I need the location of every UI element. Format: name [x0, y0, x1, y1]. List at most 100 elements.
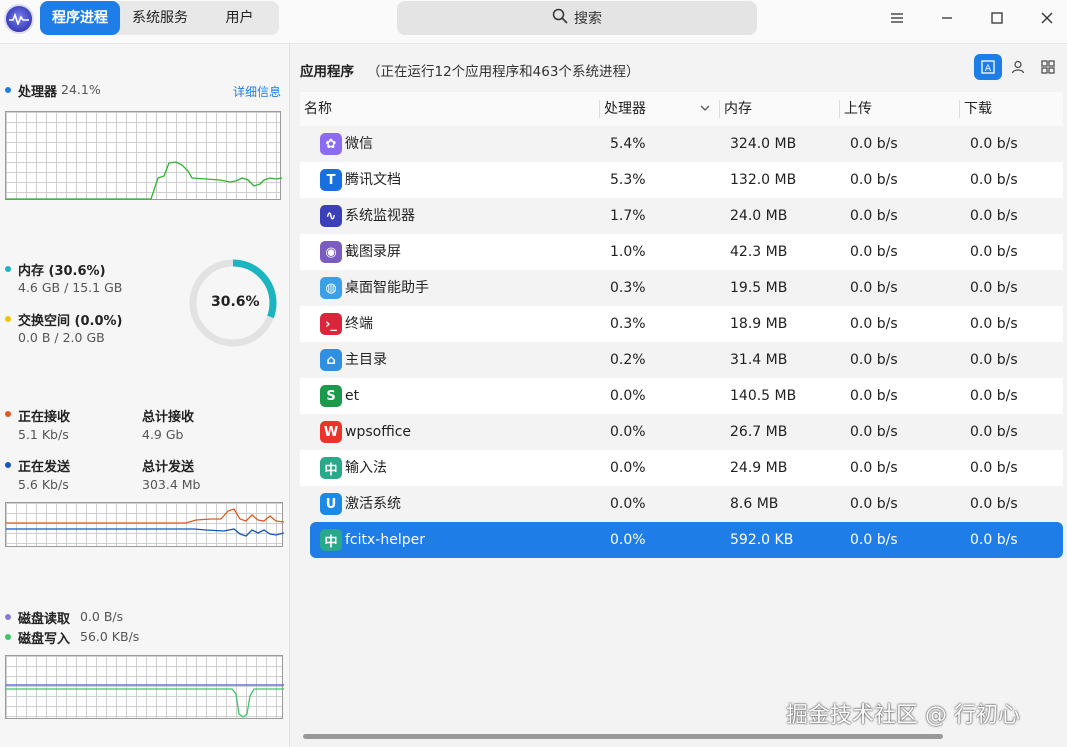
table-row[interactable]: ⌂ 主目录 0.2% 31.4 MB 0.0 b/s 0.0 b/s — [300, 342, 1063, 378]
table-row[interactable]: ◍ 桌面智能助手 0.3% 19.5 MB 0.0 b/s 0.0 b/s — [300, 270, 1063, 306]
process-cpu: 0.2% — [610, 352, 646, 368]
wps-spreadsheet-icon: S — [320, 385, 342, 407]
search-icon — [552, 8, 568, 28]
cpu-value: 24.1% — [61, 82, 101, 97]
process-cpu: 1.7% — [610, 208, 646, 224]
table-row[interactable]: U 激活系统 0.0% 8.6 MB 0.0 b/s 0.0 b/s — [300, 486, 1063, 522]
swap-label: 交换空间 (0.0%) — [18, 314, 123, 329]
process-upload: 0.0 b/s — [850, 244, 898, 260]
disk-read-value: 0.0 B/s — [80, 609, 124, 624]
process-download: 0.0 b/s — [970, 352, 1018, 368]
process-cpu: 0.3% — [610, 316, 646, 332]
table-header: 名称 处理器 内存 上传 下载 — [300, 92, 1063, 126]
activation-icon: U — [320, 493, 342, 515]
process-cpu: 0.0% — [610, 532, 646, 548]
memory-value: 4.6 GB / 15.1 GB — [18, 280, 123, 295]
table-row[interactable]: ∿ 系统监视器 1.7% 24.0 MB 0.0 b/s 0.0 b/s — [300, 198, 1063, 234]
fcitx-helper-icon: 中 — [320, 529, 342, 551]
tab-users[interactable]: 用户 — [200, 1, 279, 35]
table-row[interactable]: 中输入法 0.0% 24.9 MB 0.0 b/s 0.0 b/s — [300, 450, 1063, 486]
table-row[interactable]: Wwpsoffice 0.0% 26.7 MB 0.0 b/s 0.0 b/s — [300, 414, 1063, 450]
process-upload: 0.0 b/s — [850, 532, 898, 548]
table-row[interactable]: ◉ 截图录屏 1.0% 42.3 MB 0.0 b/s 0.0 b/s — [300, 234, 1063, 270]
process-name: et — [345, 388, 360, 404]
process-download: 0.0 b/s — [970, 316, 1018, 332]
process-download: 0.0 b/s — [970, 532, 1018, 548]
hamburger-menu-icon[interactable] — [879, 4, 915, 32]
process-name: 微信 — [345, 136, 373, 152]
table-row[interactable]: ›_ 终端 0.3% 18.9 MB 0.0 b/s 0.0 b/s — [300, 306, 1063, 342]
tab-processes[interactable]: 程序进程 — [40, 1, 120, 35]
column-download-label: 下载 — [964, 101, 992, 117]
process-memory: 132.0 MB — [730, 172, 797, 188]
cpu-label: 处理器 — [18, 85, 58, 100]
total-received-value: 4.9 Gb — [142, 427, 184, 442]
table-row[interactable]: T 腾讯文档 5.3% 132.0 MB 0.0 b/s 0.0 b/s — [300, 162, 1063, 198]
process-download: 0.0 b/s — [970, 172, 1018, 188]
minimize-icon[interactable] — [929, 4, 965, 32]
running-summary: （正在运行12个应用程序和463个系统进程） — [367, 64, 640, 80]
process-download: 0.0 b/s — [970, 280, 1018, 296]
terminal-icon: ›_ — [320, 313, 342, 335]
receiving-legend-dot — [5, 411, 11, 417]
process-cpu: 1.0% — [610, 244, 646, 260]
process-cpu: 5.3% — [610, 172, 646, 188]
maximize-icon[interactable] — [979, 4, 1015, 32]
system-monitor-logo — [4, 4, 34, 34]
disk-write-legend-dot — [5, 634, 11, 640]
process-cpu: 0.0% — [610, 388, 646, 404]
process-name: 输入法 — [345, 460, 387, 476]
close-icon[interactable] — [1029, 4, 1065, 32]
swap-legend-dot — [5, 316, 11, 322]
process-upload: 0.0 b/s — [850, 388, 898, 404]
process-upload: 0.0 b/s — [850, 460, 898, 476]
column-upload-label: 上传 — [844, 101, 872, 117]
process-upload: 0.0 b/s — [850, 280, 898, 296]
process-memory: 24.9 MB — [730, 460, 788, 476]
disk-io-graph — [5, 655, 284, 719]
horizontal-scrollbar[interactable] — [303, 734, 943, 739]
cpu-legend-dot — [5, 87, 11, 93]
memory-percent-text: 30.6% — [211, 294, 260, 310]
column-header-upload[interactable]: 上传 — [840, 92, 960, 126]
process-name: 终端 — [345, 316, 373, 332]
sort-chevron-down-icon — [700, 92, 710, 126]
column-cpu-label: 处理器 — [604, 101, 646, 117]
tab-services[interactable]: 系统服务 — [120, 1, 200, 35]
disk-read-legend-dot — [5, 614, 11, 620]
column-header-download[interactable]: 下载 — [960, 92, 1063, 126]
column-header-memory[interactable]: 内存 — [720, 92, 840, 126]
memory-legend-dot — [5, 266, 11, 272]
process-download: 0.0 b/s — [970, 460, 1018, 476]
receiving-label: 正在接收 — [18, 410, 71, 425]
process-upload: 0.0 b/s — [850, 424, 898, 440]
process-memory: 592.0 KB — [730, 532, 794, 548]
process-download: 0.0 b/s — [970, 208, 1018, 224]
cpu-details-link[interactable]: 详细信息 — [233, 83, 281, 100]
watermark-text: 掘金技术社区 @ 行初心 — [786, 703, 1020, 728]
column-name-label: 名称 — [304, 101, 332, 117]
search-input[interactable]: 搜索 — [397, 1, 757, 35]
process-upload: 0.0 b/s — [850, 136, 898, 152]
disk-write-value: 56.0 KB/s — [80, 629, 140, 644]
process-memory: 324.0 MB — [730, 136, 797, 152]
svg-text:A: A — [985, 64, 992, 74]
column-header-cpu[interactable]: 处理器 — [600, 92, 720, 126]
total-sent-value: 303.4 Mb — [142, 477, 201, 492]
process-download: 0.0 b/s — [970, 244, 1018, 260]
process-name: 主目录 — [345, 352, 387, 368]
process-cpu: 5.4% — [610, 136, 646, 152]
system-monitor-icon: ∿ — [320, 205, 342, 227]
process-memory: 140.5 MB — [730, 388, 797, 404]
application-view-icon[interactable]: A — [974, 54, 1002, 80]
table-row[interactable]: 中 fcitx-helper 0.0% 592.0 KB 0.0 b/s 0.0 b/s — [310, 522, 1063, 558]
process-panel: 应用程序 （正在运行12个应用程序和463个系统进程） A 名称 处理器 内存 — [291, 44, 1067, 747]
column-header-name[interactable]: 名称 — [300, 92, 600, 126]
tencent-docs-icon: T — [320, 169, 342, 191]
all-processes-view-icon[interactable] — [1034, 54, 1062, 80]
table-row[interactable]: ✿ 微信 5.4% 324.0 MB 0.0 b/s 0.0 b/s — [300, 126, 1063, 162]
user-view-icon[interactable] — [1004, 54, 1032, 80]
table-row[interactable]: Set 0.0% 140.5 MB 0.0 b/s 0.0 b/s — [300, 378, 1063, 414]
memory-label: 内存 (30.6%) — [18, 264, 106, 279]
process-upload: 0.0 b/s — [850, 496, 898, 512]
